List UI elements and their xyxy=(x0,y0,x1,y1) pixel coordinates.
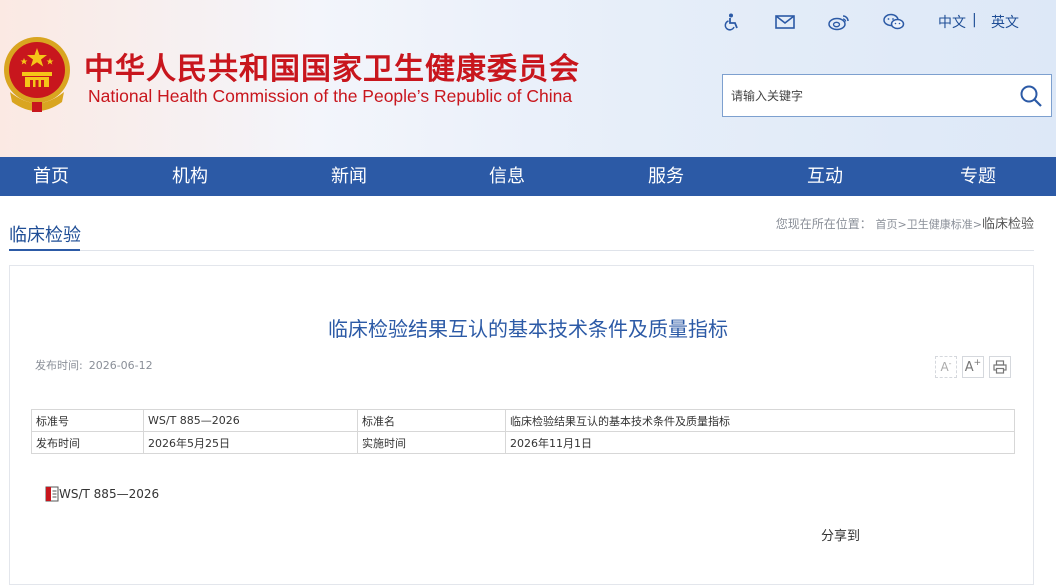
standard-info-table: 标准号 WS/T 885—2026 标准名 临床检验结果互认的基本技术条件及质量… xyxy=(31,409,1015,454)
font-decrease-button[interactable]: A- xyxy=(935,356,957,378)
share-label: 分享到 xyxy=(821,529,861,544)
mail-icon[interactable] xyxy=(774,10,796,34)
print-icon xyxy=(993,360,1007,374)
site-title-en[interactable]: National Health Commission of the People… xyxy=(88,86,572,107)
search-box xyxy=(722,74,1052,117)
wechat-icon[interactable] xyxy=(882,10,906,34)
nav-item-interaction[interactable]: 互动 xyxy=(807,157,843,196)
main-nav: 首页 机构 新闻 信息 服务 互动 专题 xyxy=(0,157,1056,196)
column-title: 临床检验 xyxy=(9,225,81,246)
attachment-label[interactable]: WS/T 885—2026 xyxy=(59,487,159,501)
search-icon[interactable] xyxy=(1019,84,1043,108)
table-cell: 发布时间 xyxy=(31,431,144,454)
table-cell: 2026年11月1日 xyxy=(505,431,1015,454)
breadcrumb-label: 您现在所在位置： xyxy=(775,217,872,231)
nav-item-topics[interactable]: 专题 xyxy=(960,157,996,196)
article-title: 临床检验结果互认的基本技术条件及质量指标 xyxy=(328,317,728,341)
table-cell: 2026年5月25日 xyxy=(143,431,358,454)
table-cell: 临床检验结果互认的基本技术条件及质量指标 xyxy=(505,409,1015,432)
print-button[interactable] xyxy=(989,356,1011,378)
column-title-underline xyxy=(9,249,80,251)
pdf-file-icon xyxy=(45,486,59,502)
table-cell: WS/T 885—2026 xyxy=(143,409,358,432)
site-header: 中华人民共和国国家卫生健康委员会 National Health Commiss… xyxy=(0,0,1056,157)
attachment-link[interactable]: WS/T 885—2026 xyxy=(45,486,159,502)
national-emblem-icon[interactable] xyxy=(2,32,72,114)
nav-item-information[interactable]: 信息 xyxy=(489,157,525,196)
table-cell: 标准号 xyxy=(31,409,144,432)
accessibility-icon[interactable] xyxy=(722,10,742,34)
publish-date-value: 2026-06-12 xyxy=(88,359,153,372)
table-row: 发布时间 2026年5月25日 实施时间 2026年11月1日 xyxy=(31,431,1015,454)
column-divider xyxy=(9,250,1034,251)
lang-en-link[interactable]: 英文 xyxy=(991,12,1019,32)
font-increase-button[interactable]: A + xyxy=(962,356,984,378)
nav-item-organization[interactable]: 机构 xyxy=(172,157,208,196)
weibo-icon[interactable] xyxy=(828,10,850,34)
nav-item-news[interactable]: 新闻 xyxy=(331,157,367,196)
breadcrumb: 您现在所在位置： 首页>卫生健康标准>临床检验 xyxy=(776,213,1034,232)
table-row: 标准号 WS/T 885—2026 标准名 临床检验结果互认的基本技术条件及质量… xyxy=(31,409,1015,432)
lang-cn-link[interactable]: 中文 xyxy=(938,12,966,32)
table-cell: 标准名 xyxy=(357,409,506,432)
search-input[interactable] xyxy=(731,87,1011,105)
nav-item-home[interactable]: 首页 xyxy=(33,157,69,196)
nav-item-services[interactable]: 服务 xyxy=(648,157,684,196)
table-cell: 实施时间 xyxy=(357,431,506,454)
lang-separator: | xyxy=(972,12,977,28)
breadcrumb-current[interactable]: 临床检验 xyxy=(982,217,1034,232)
publish-date: 发布时间: 2026-06-12 xyxy=(35,357,153,373)
publish-date-label: 发布时间: xyxy=(35,359,83,372)
site-title-cn[interactable]: 中华人民共和国国家卫生健康委员会 xyxy=(84,44,580,88)
breadcrumb-links[interactable]: 首页>卫生健康标准> xyxy=(876,218,982,231)
